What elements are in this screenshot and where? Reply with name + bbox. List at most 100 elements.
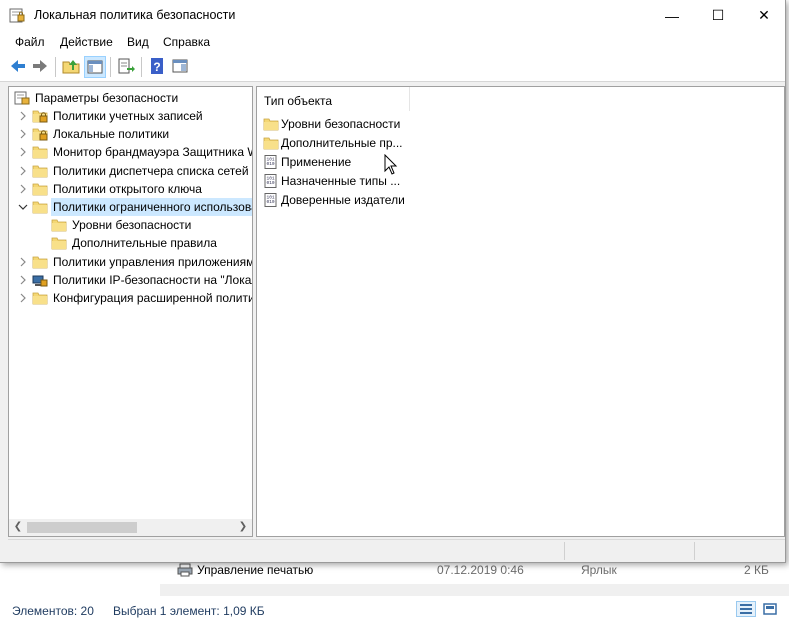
background-file-size: 2 КБ [744, 563, 769, 577]
chevron-right-icon[interactable] [18, 111, 28, 121]
locked-folder-icon [32, 128, 48, 141]
background-selection-info: Выбран 1 элемент: 1,09 КБ [113, 604, 265, 618]
status-divider [564, 542, 565, 560]
tree-item[interactable]: Политики диспетчера списка сетей [9, 162, 252, 180]
menu-action[interactable]: Действие [60, 35, 113, 49]
printer-icon [177, 563, 193, 577]
folder-icon [51, 237, 67, 250]
tree-item-label: Политики IP-безопасности на "Локальный к… [53, 272, 252, 287]
tree-item[interactable]: Уровни безопасности [9, 216, 252, 234]
tree-root-label: Параметры безопасности [35, 91, 179, 105]
policy-document-icon: 101010 [264, 155, 277, 169]
details-pane[interactable]: Тип объекта Уровни безопасности Дополните… [256, 86, 785, 537]
column-header-object-type[interactable]: Тип объекта [257, 87, 410, 111]
tree-item[interactable]: Конфигурация расширенной политики аудита [9, 289, 252, 307]
back-button[interactable] [8, 56, 30, 78]
status-divider [694, 542, 695, 560]
tree-item-label: Политики учетных записей [53, 109, 203, 123]
menu-file[interactable]: Файл [15, 35, 45, 49]
folder-icon [32, 146, 48, 159]
chevron-right-icon[interactable] [18, 184, 28, 194]
security-settings-icon [14, 91, 30, 105]
folder-icon [32, 201, 48, 214]
folder-icon [263, 118, 279, 131]
minimize-icon: — [665, 7, 679, 24]
scroll-right-icon[interactable]: ❯ [237, 521, 249, 533]
up-folder-icon [62, 60, 80, 74]
export-list-button[interactable] [116, 56, 138, 78]
forward-arrow-icon [33, 60, 47, 72]
chevron-right-icon[interactable] [18, 293, 28, 303]
scroll-thumb[interactable] [27, 522, 137, 533]
details-view-button[interactable] [736, 601, 756, 617]
folder-icon [32, 165, 48, 177]
ip-security-icon [32, 275, 48, 287]
chevron-right-icon[interactable] [18, 275, 28, 285]
list-item[interactable]: 101 010 Доверенные издатели [263, 191, 413, 209]
local-security-policy-window: Локальная политика безопасности — ☐ ✕ Фа… [0, 0, 786, 563]
svg-text:010: 010 [267, 180, 275, 186]
chevron-right-icon[interactable] [18, 147, 28, 157]
tree-item[interactable]: Политики открытого ключа [9, 180, 252, 198]
tree-root[interactable]: Параметры безопасности [9, 89, 252, 107]
close-button[interactable]: ✕ [741, 0, 787, 31]
tree-item-label: Уровни безопасности [72, 218, 192, 233]
policy-document-icon: 101010 [264, 193, 277, 207]
column-header-label: Тип объекта [264, 94, 333, 108]
title-bar[interactable]: Локальная политика безопасности — ☐ ✕ [0, 0, 785, 31]
chevron-right-icon[interactable] [18, 166, 28, 176]
help-button[interactable]: ? [147, 56, 169, 78]
show-hide-action-pane-button[interactable] [170, 56, 192, 78]
toolbar-separator [55, 57, 56, 77]
forward-button[interactable] [30, 56, 52, 78]
large-icons-view-button[interactable] [760, 601, 780, 617]
show-hide-console-tree-button[interactable] [84, 56, 106, 78]
scroll-left-icon[interactable]: ❮ [12, 521, 24, 533]
tree-item[interactable]: Локальные политики [9, 125, 252, 143]
tree-item-label: Политики диспетчера списка сетей [53, 163, 249, 178]
tree-item[interactable]: Политики ограниченного использования про… [9, 198, 252, 216]
tree-item-label: Политики ограниченного использования про… [51, 198, 252, 216]
tree-horizontal-scrollbar[interactable]: ❮ ❯ [9, 519, 252, 536]
background-hscroll[interactable] [160, 584, 789, 596]
chevron-right-icon[interactable] [18, 257, 28, 267]
tree-item-label: Конфигурация расширенной политики аудита [53, 291, 252, 305]
maximize-button[interactable]: ☐ [695, 0, 741, 31]
menu-help[interactable]: Справка [163, 35, 210, 49]
list-item[interactable]: Уровни безопасности [263, 115, 413, 133]
folder-icon [32, 256, 48, 268]
toolbar-separator [141, 57, 142, 77]
console-tree-icon [87, 60, 103, 74]
console-tree-pane[interactable]: Параметры безопасности Политики учетных … [8, 86, 253, 537]
maximize-icon: ☐ [711, 7, 725, 23]
policy-document-icon: 101010 [264, 174, 277, 188]
list-item[interactable]: Дополнительные пр... [263, 134, 413, 152]
folder-icon [263, 137, 279, 150]
tree-item[interactable]: Политики управления приложениями [9, 253, 252, 271]
export-list-icon [118, 58, 135, 74]
details-view-icon [740, 604, 752, 614]
folder-icon [32, 183, 48, 196]
tree-item-label: Политики открытого ключа [53, 181, 202, 196]
window-title: Локальная политика безопасности [34, 8, 236, 22]
tree-item[interactable]: Политики IP-безопасности на "Локальный к… [9, 271, 252, 289]
list-item-label: Доверенные издатели [281, 193, 405, 207]
up-one-level-button[interactable] [61, 56, 83, 78]
menu-view[interactable]: Вид [127, 35, 149, 49]
background-item-count: Элементов: 20 [12, 604, 94, 618]
background-file-row[interactable]: Управление печатью 07.12.2019 0:46 Ярлык… [160, 560, 789, 580]
chevron-down-icon[interactable] [18, 202, 28, 212]
background-file-type: Ярлык [581, 563, 617, 577]
tree-item-label: Локальные политики [53, 127, 170, 142]
tree-item-label: Монитор брандмауэра Защитника Windows [53, 145, 252, 160]
tree-item[interactable]: Дополнительные правила [9, 234, 252, 252]
background-file-date: 07.12.2019 0:46 [437, 563, 524, 577]
tree-item-label: Политики управления приложениями [53, 254, 253, 269]
toolbar-separator [110, 57, 111, 77]
tree-item[interactable]: Монитор брандмауэра Защитника Windows [9, 143, 252, 161]
list-item-label: Уровни безопасности [281, 117, 401, 131]
background-file-name: Управление печатью [197, 563, 314, 577]
chevron-right-icon[interactable] [18, 129, 28, 139]
tree-item[interactable]: Политики учетных записей [9, 107, 252, 125]
minimize-button[interactable]: — [649, 0, 695, 31]
